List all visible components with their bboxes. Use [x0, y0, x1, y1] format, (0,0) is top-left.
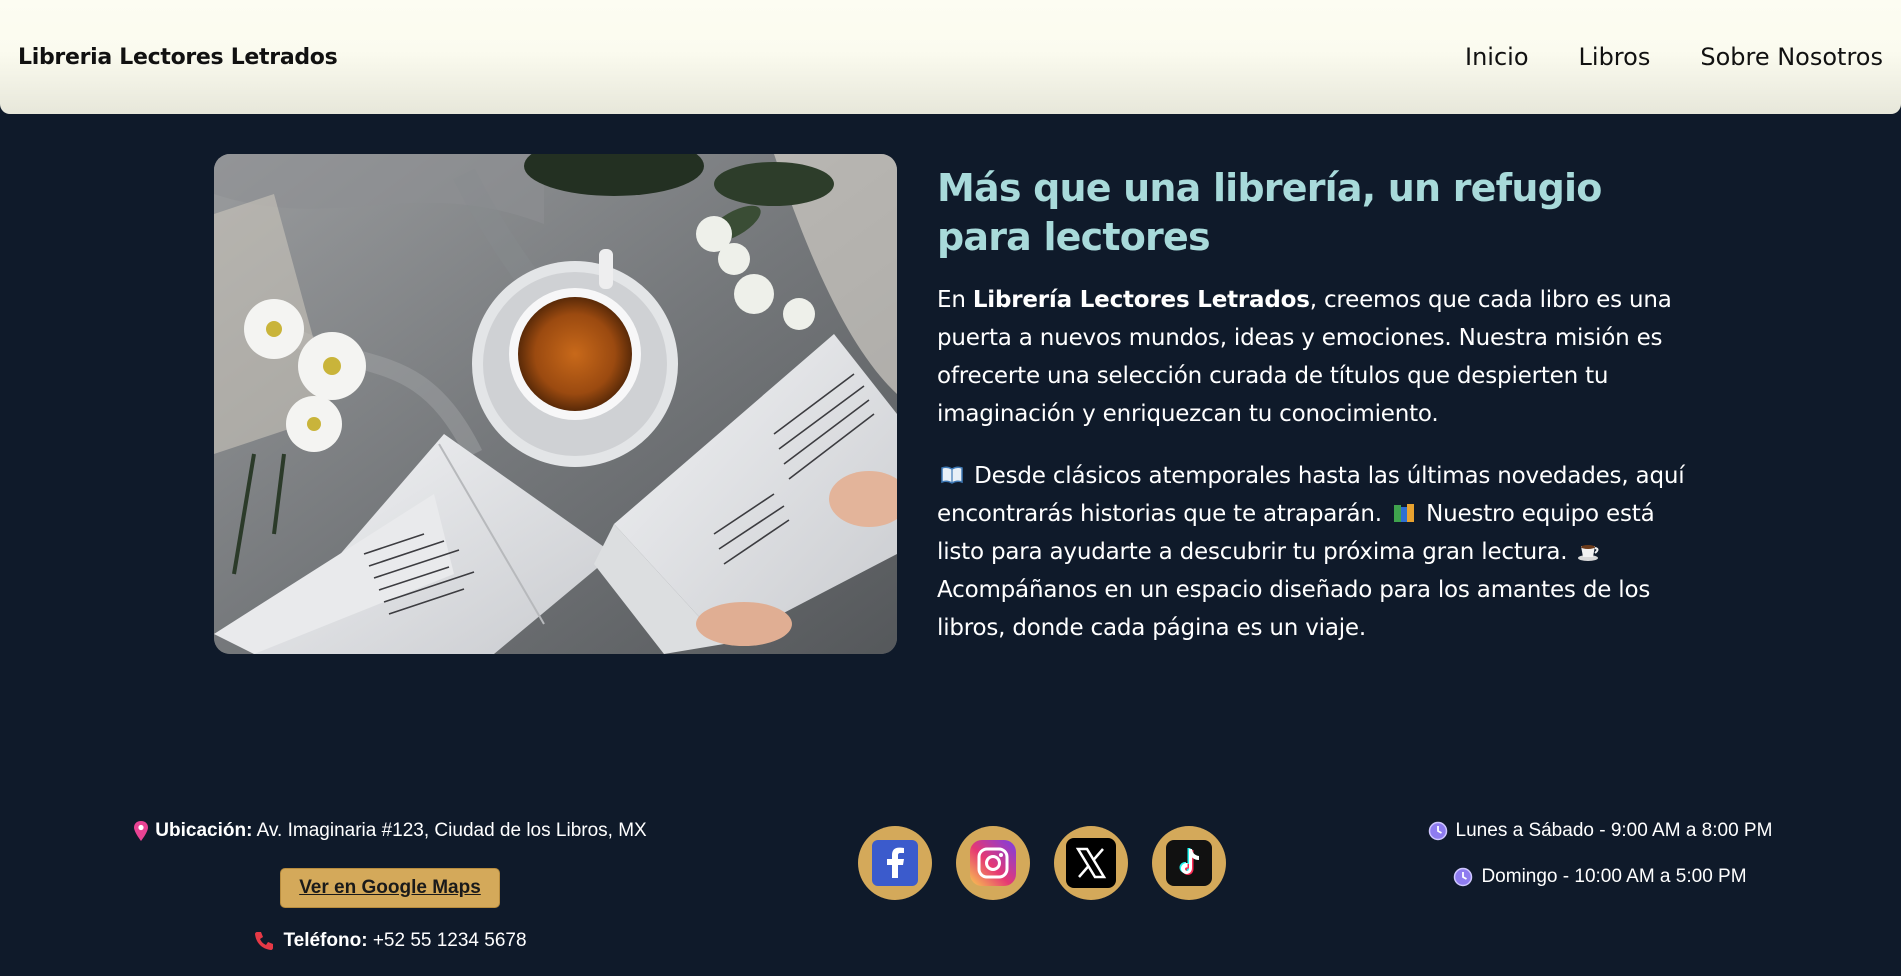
location-line: Ubicación: Av. Imaginaria #123, Ciudad d… — [110, 820, 670, 842]
phone-value[interactable]: +52 55 1234 5678 — [373, 930, 527, 951]
tiktok-icon — [1166, 840, 1212, 886]
x-link[interactable] — [1054, 826, 1128, 900]
hero-paragraph-details: Desde clásicos atemporales hasta las últ… — [937, 463, 1685, 641]
books-icon — [1393, 504, 1414, 522]
brand-logo[interactable]: Libreria Lectores Letrados — [18, 45, 338, 70]
phone-label: Teléfono: — [283, 930, 368, 951]
nav-link-sobre-nosotros[interactable]: Sobre Nosotros — [1700, 43, 1883, 71]
open-book-icon — [941, 466, 963, 484]
clock-icon — [1454, 867, 1473, 887]
coffee-icon — [1578, 545, 1599, 561]
hero-image — [214, 154, 897, 654]
instagram-link[interactable] — [956, 826, 1030, 900]
main-nav: Inicio Libros Sobre Nosotros — [1465, 43, 1883, 71]
site-header: Libreria Lectores Letrados Inicio Libros… — [0, 0, 1901, 114]
clock-icon — [1428, 821, 1447, 841]
nav-link-inicio[interactable]: Inicio — [1465, 43, 1529, 71]
store-name: Librería Lectores Letrados — [972, 287, 1310, 313]
facebook-icon — [872, 840, 918, 886]
hours-weekdays: Lunes a Sábado - 9:00 AM a 8:00 PM — [1410, 820, 1790, 842]
x-icon — [1066, 838, 1116, 888]
instagram-icon — [970, 840, 1016, 886]
tiktok-link[interactable] — [1152, 826, 1226, 900]
hero-title: Más que una librería, un refugio para le… — [937, 166, 1602, 259]
footer-contact: Ubicación: Av. Imaginaria #123, Ciudad d… — [110, 820, 670, 952]
nav-link-libros[interactable]: Libros — [1579, 43, 1651, 71]
hero-text: Más que una librería, un refugio para le… — [937, 164, 1707, 647]
hours-sunday: Domingo - 10:00 AM a 5:00 PM — [1410, 866, 1790, 888]
phone-line: Teléfono: +52 55 1234 5678 — [110, 930, 670, 952]
phone-icon — [255, 932, 274, 950]
location-label: Ubicación: — [155, 820, 253, 841]
facebook-link[interactable] — [858, 826, 932, 900]
opening-hours: Lunes a Sábado - 9:00 AM a 8:00 PM Domin… — [1410, 820, 1790, 888]
location-value: Av. Imaginaria #123, Ciudad de los Libro… — [256, 820, 647, 841]
pin-icon — [134, 821, 149, 841]
social-links — [858, 826, 1226, 900]
google-maps-button[interactable]: Ver en Google Maps — [280, 868, 500, 908]
hero-paragraph-mission: En Librería Lectores Letrados, creemos q… — [937, 287, 1672, 427]
